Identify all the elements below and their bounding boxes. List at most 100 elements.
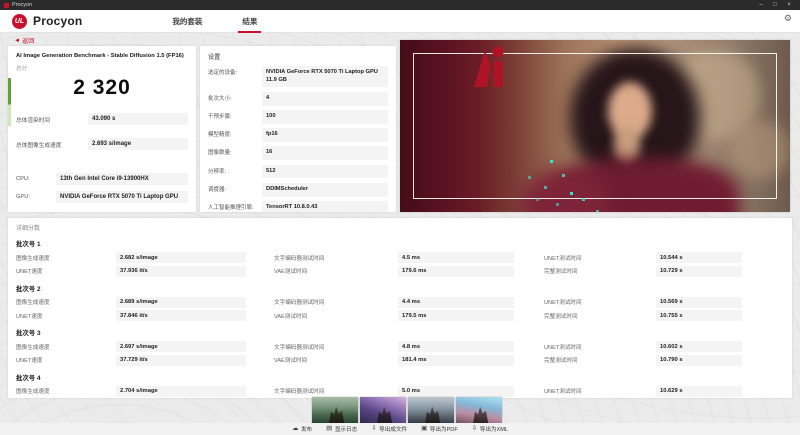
metric-label: UNET速度 <box>16 312 116 320</box>
setting-value: fp16 <box>262 128 388 142</box>
procyon-window: Procyon – □ × UL Procyon 我的套装 结果 ⚙ ◄ 返回 … <box>0 0 800 435</box>
metric-value: 2.682 s/image <box>116 252 246 263</box>
setting-value: 16 <box>262 146 388 160</box>
setting-value: NVIDIA GeForce RTX 5070 Ti Laptop GPU 11… <box>262 66 388 87</box>
minimize-button[interactable]: – <box>754 0 768 10</box>
batch-title: 批次号 2 <box>16 284 784 293</box>
pixel-particle <box>528 176 531 179</box>
export-pdf-button[interactable]: ▣ 导出为PDF <box>421 425 458 433</box>
score-label: 总分 <box>16 64 196 72</box>
maximize-button[interactable]: □ <box>768 0 782 10</box>
metric-label: UNET速度 <box>16 267 116 275</box>
metric-value: 4.5 ms <box>398 252 514 263</box>
generated-image-thumbnail[interactable] <box>408 397 454 424</box>
cloud-upload-icon: ☁ <box>292 426 299 433</box>
metric-label: 总体图像生成速度 <box>16 140 88 149</box>
log-icon: ▤ <box>326 426 332 433</box>
setting-value: 100 <box>262 110 388 124</box>
metric-label: VAE测试时间 <box>274 356 398 364</box>
setting-label: 人工智能推理引擎: <box>208 201 262 211</box>
download-icon: ⇩ <box>371 426 376 433</box>
cpu-value: 13th Gen Intel Core i9-13900HX <box>56 173 188 185</box>
show-log-button[interactable]: ▤ 显示日志 <box>326 425 357 433</box>
tab-my-suites[interactable]: 我的套装 <box>172 10 202 33</box>
metric-label: UNET速度 <box>16 356 116 364</box>
generated-image-thumbnail[interactable] <box>360 397 406 424</box>
ul-logo: UL <box>12 14 27 29</box>
metric-value: 179.6 ms <box>398 266 514 277</box>
setting-value: 4 <box>262 92 388 106</box>
button-label: 导出为XML <box>480 425 508 433</box>
batch-group-1: 批次号 1 图像生成速度 2.682 s/image 文字编码器测试时间 4.5… <box>16 239 784 277</box>
metric-value: 181.4 ms <box>398 355 514 366</box>
metric-value: 10.602 s <box>656 341 742 352</box>
batch-group-3: 批次号 3 图像生成速度 2.697 s/image 文字编码器测试时间 4.8… <box>16 328 784 366</box>
button-label: 发布 <box>301 425 312 433</box>
metric-value: 10.544 s <box>656 252 742 263</box>
metric-value: 37.729 it/s <box>116 355 246 366</box>
hero-image <box>400 40 790 212</box>
batch-title: 批次号 4 <box>16 373 784 382</box>
pixel-particle <box>550 160 553 163</box>
metric-value: 2.689 s/image <box>116 297 246 308</box>
settings-card: 设置 选定的设备:NVIDIA GeForce RTX 5070 Ti Lapt… <box>200 46 396 212</box>
generated-images-strip <box>312 397 502 424</box>
export-xml-button[interactable]: ⇩ 导出为XML <box>472 425 508 433</box>
setting-value: TensorRT 10.8.0.43 <box>262 201 388 212</box>
title-bar: Procyon – □ × <box>0 0 800 10</box>
result-card: AI Image Generation Benchmark - Stable D… <box>8 46 196 212</box>
footer-action-bar: ☁ 发布 ▤ 显示日志 ⇩ 导出成文件 ▣ 导出为PDF ⇩ 导出为XML <box>0 423 800 435</box>
tab-results[interactable]: 结果 <box>242 10 257 33</box>
gpu-value: NVIDIA GeForce RTX 5070 Ti Laptop GPU <box>56 191 188 203</box>
metric-value: 5.0 ms <box>398 386 514 397</box>
setting-label: 调度器: <box>208 183 262 193</box>
metric-label: 文字编码器测试时间 <box>274 343 398 351</box>
metric-value: 10.790 s <box>656 355 742 366</box>
metric-label: 图像生成速度 <box>16 254 116 262</box>
metric-label: 总体渲染时间 <box>16 115 88 124</box>
back-link[interactable]: ◄ 返回 <box>14 36 35 45</box>
setting-label: 图像数量: <box>208 146 262 156</box>
button-label: 导出为PDF <box>430 425 458 433</box>
setting-value: DDIMScheduler <box>262 183 388 197</box>
metric-label: UNET测试时间 <box>544 343 656 351</box>
settings-title: 设置 <box>200 46 396 66</box>
batch-group-2: 批次号 2 图像生成速度 2.689 s/image 文字编码器测试时间 4.4… <box>16 284 784 322</box>
metric-value: 2.704 s/image <box>116 386 246 397</box>
generated-image-thumbnail[interactable] <box>456 397 502 424</box>
metric-value: 10.755 s <box>656 310 742 321</box>
pixel-particle <box>582 198 585 201</box>
publish-button[interactable]: ☁ 发布 <box>292 425 312 433</box>
metric-label: UNET测试时间 <box>544 298 656 306</box>
metric-value: 4.8 ms <box>398 341 514 352</box>
metric-value: 4.4 ms <box>398 297 514 308</box>
cpu-label: CPU: <box>16 176 56 182</box>
export-file-button[interactable]: ⇩ 导出成文件 <box>371 425 407 433</box>
metric-label: 完整测试时间 <box>544 312 656 320</box>
app-icon <box>4 3 9 8</box>
pixel-particle <box>536 198 539 201</box>
settings-gear-icon[interactable]: ⚙ <box>784 13 792 24</box>
metric-label: UNET测试时间 <box>544 387 656 395</box>
pixel-particle <box>556 203 559 206</box>
metric-value: 37.846 it/s <box>116 310 246 321</box>
white-frame <box>413 53 777 199</box>
metric-value: 2.697 s/image <box>116 341 246 352</box>
download-icon: ⇩ <box>472 426 477 433</box>
setting-value: 512 <box>262 165 388 179</box>
setting-label: 干预步骤: <box>208 110 262 120</box>
metric-value: 43.090 s <box>88 113 188 125</box>
metric-value: 2.693 s/image <box>88 138 188 150</box>
overall-score: 2 320 <box>8 76 196 100</box>
pixel-particle <box>544 186 547 189</box>
window-title: Procyon <box>12 2 754 8</box>
back-arrow-icon: ◄ <box>14 37 20 44</box>
generated-image-thumbnail[interactable] <box>312 397 358 424</box>
metric-label: 文字编码器测试时间 <box>274 254 398 262</box>
app-header: UL Procyon 我的套装 结果 ⚙ <box>0 10 800 33</box>
close-button[interactable]: × <box>782 0 796 10</box>
metric-label: 图像生成速度 <box>16 343 116 351</box>
metric-value: 37.936 it/s <box>116 266 246 277</box>
metric-value: 10.629 s <box>656 386 742 397</box>
detailed-scores-card: 详细分数 批次号 1 图像生成速度 2.682 s/image 文字编码器测试时… <box>8 218 792 398</box>
